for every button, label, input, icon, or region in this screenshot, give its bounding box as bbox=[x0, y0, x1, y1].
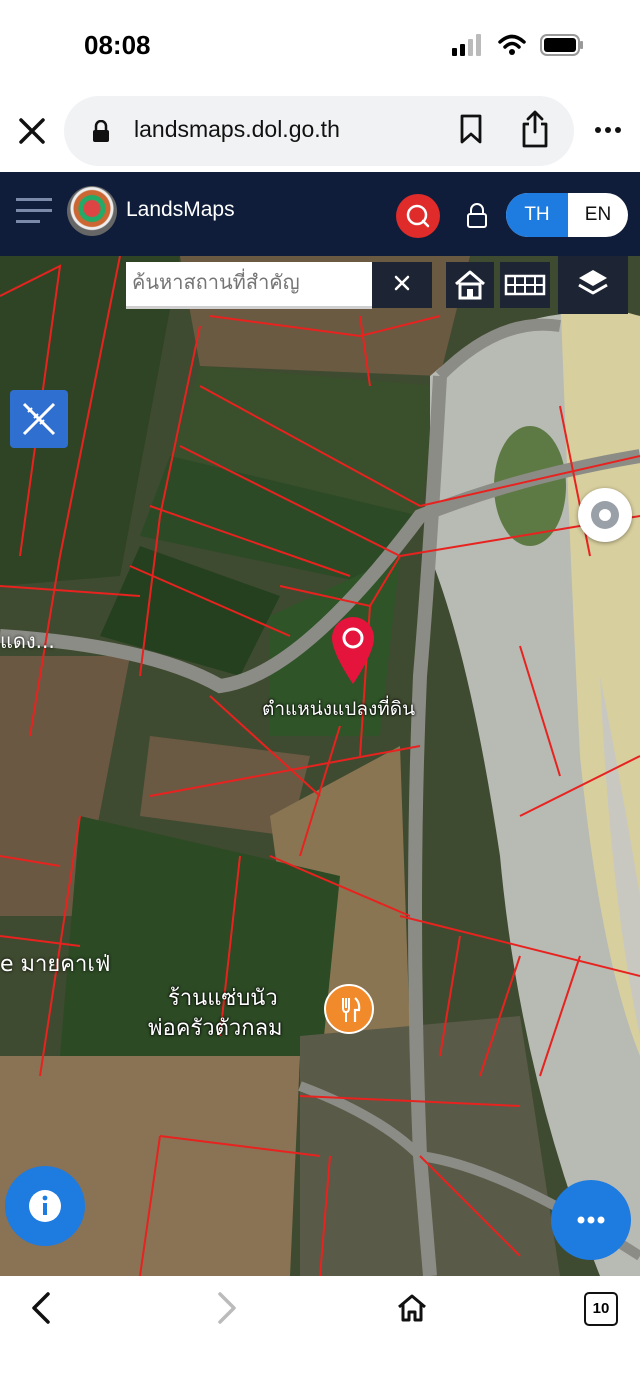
back-icon[interactable] bbox=[30, 1292, 54, 1324]
poi-name-line2: พ่อครัวตัวกลม bbox=[148, 1016, 283, 1041]
menu-icon[interactable] bbox=[16, 196, 54, 226]
more-icon[interactable] bbox=[594, 126, 622, 134]
home-icon[interactable] bbox=[396, 1292, 428, 1324]
map-pin-icon[interactable] bbox=[328, 614, 378, 686]
close-icon bbox=[394, 275, 410, 291]
more-actions-button[interactable] bbox=[551, 1180, 631, 1260]
url-text[interactable]: landsmaps.dol.go.th bbox=[134, 116, 340, 143]
road-label: แดง... bbox=[0, 629, 55, 653]
map-grid-button[interactable] bbox=[500, 262, 550, 308]
status-bar: 08:08 bbox=[0, 0, 640, 92]
share-icon[interactable] bbox=[520, 110, 550, 148]
forward-icon[interactable] bbox=[214, 1292, 238, 1324]
home-icon bbox=[455, 270, 485, 300]
lang-en-button[interactable]: EN bbox=[568, 193, 628, 237]
grid-icon bbox=[504, 274, 546, 296]
map-search-clear-button[interactable] bbox=[372, 262, 432, 308]
battery-icon bbox=[540, 34, 583, 56]
info-button[interactable] bbox=[5, 1166, 85, 1246]
login-lock-icon[interactable] bbox=[466, 203, 488, 229]
tabs-button[interactable]: 10 bbox=[584, 1292, 618, 1326]
search-button[interactable] bbox=[396, 194, 440, 238]
signal-icon bbox=[452, 34, 481, 56]
layers-icon bbox=[578, 270, 608, 295]
ruler-pencil-icon bbox=[22, 402, 56, 436]
map-home-button[interactable] bbox=[446, 262, 494, 308]
bookmark-icon[interactable] bbox=[458, 114, 484, 144]
lock-icon bbox=[93, 120, 109, 142]
status-icons bbox=[452, 34, 584, 56]
more-icon bbox=[577, 1216, 605, 1224]
restaurant-poi[interactable] bbox=[324, 984, 374, 1034]
compass-button[interactable] bbox=[578, 488, 632, 542]
status-time: 08:08 bbox=[84, 30, 151, 60]
map-search-field[interactable] bbox=[126, 262, 372, 309]
cafe-label: e มายคาเฟ่ bbox=[0, 952, 111, 977]
map-search-input[interactable] bbox=[126, 262, 368, 302]
map-layers-button[interactable] bbox=[558, 256, 628, 314]
measure-tool-button[interactable] bbox=[10, 390, 68, 448]
lang-th-button[interactable]: TH bbox=[506, 193, 568, 237]
language-toggle: TH EN bbox=[506, 193, 628, 237]
browser-toolbar bbox=[0, 1276, 640, 1389]
restaurant-icon bbox=[342, 997, 361, 1022]
info-icon bbox=[29, 1190, 61, 1222]
map-canvas[interactable] bbox=[0, 256, 640, 1276]
wifi-icon bbox=[498, 34, 526, 55]
parcel-label: ตำแหน่งแปลงที่ดิน bbox=[262, 698, 416, 720]
logo bbox=[67, 186, 117, 236]
brand-title: LandsMaps bbox=[126, 198, 235, 221]
compass-icon bbox=[591, 501, 619, 529]
close-icon[interactable] bbox=[16, 112, 48, 150]
search-icon bbox=[406, 204, 430, 228]
satellite-map[interactable] bbox=[0, 256, 640, 1276]
